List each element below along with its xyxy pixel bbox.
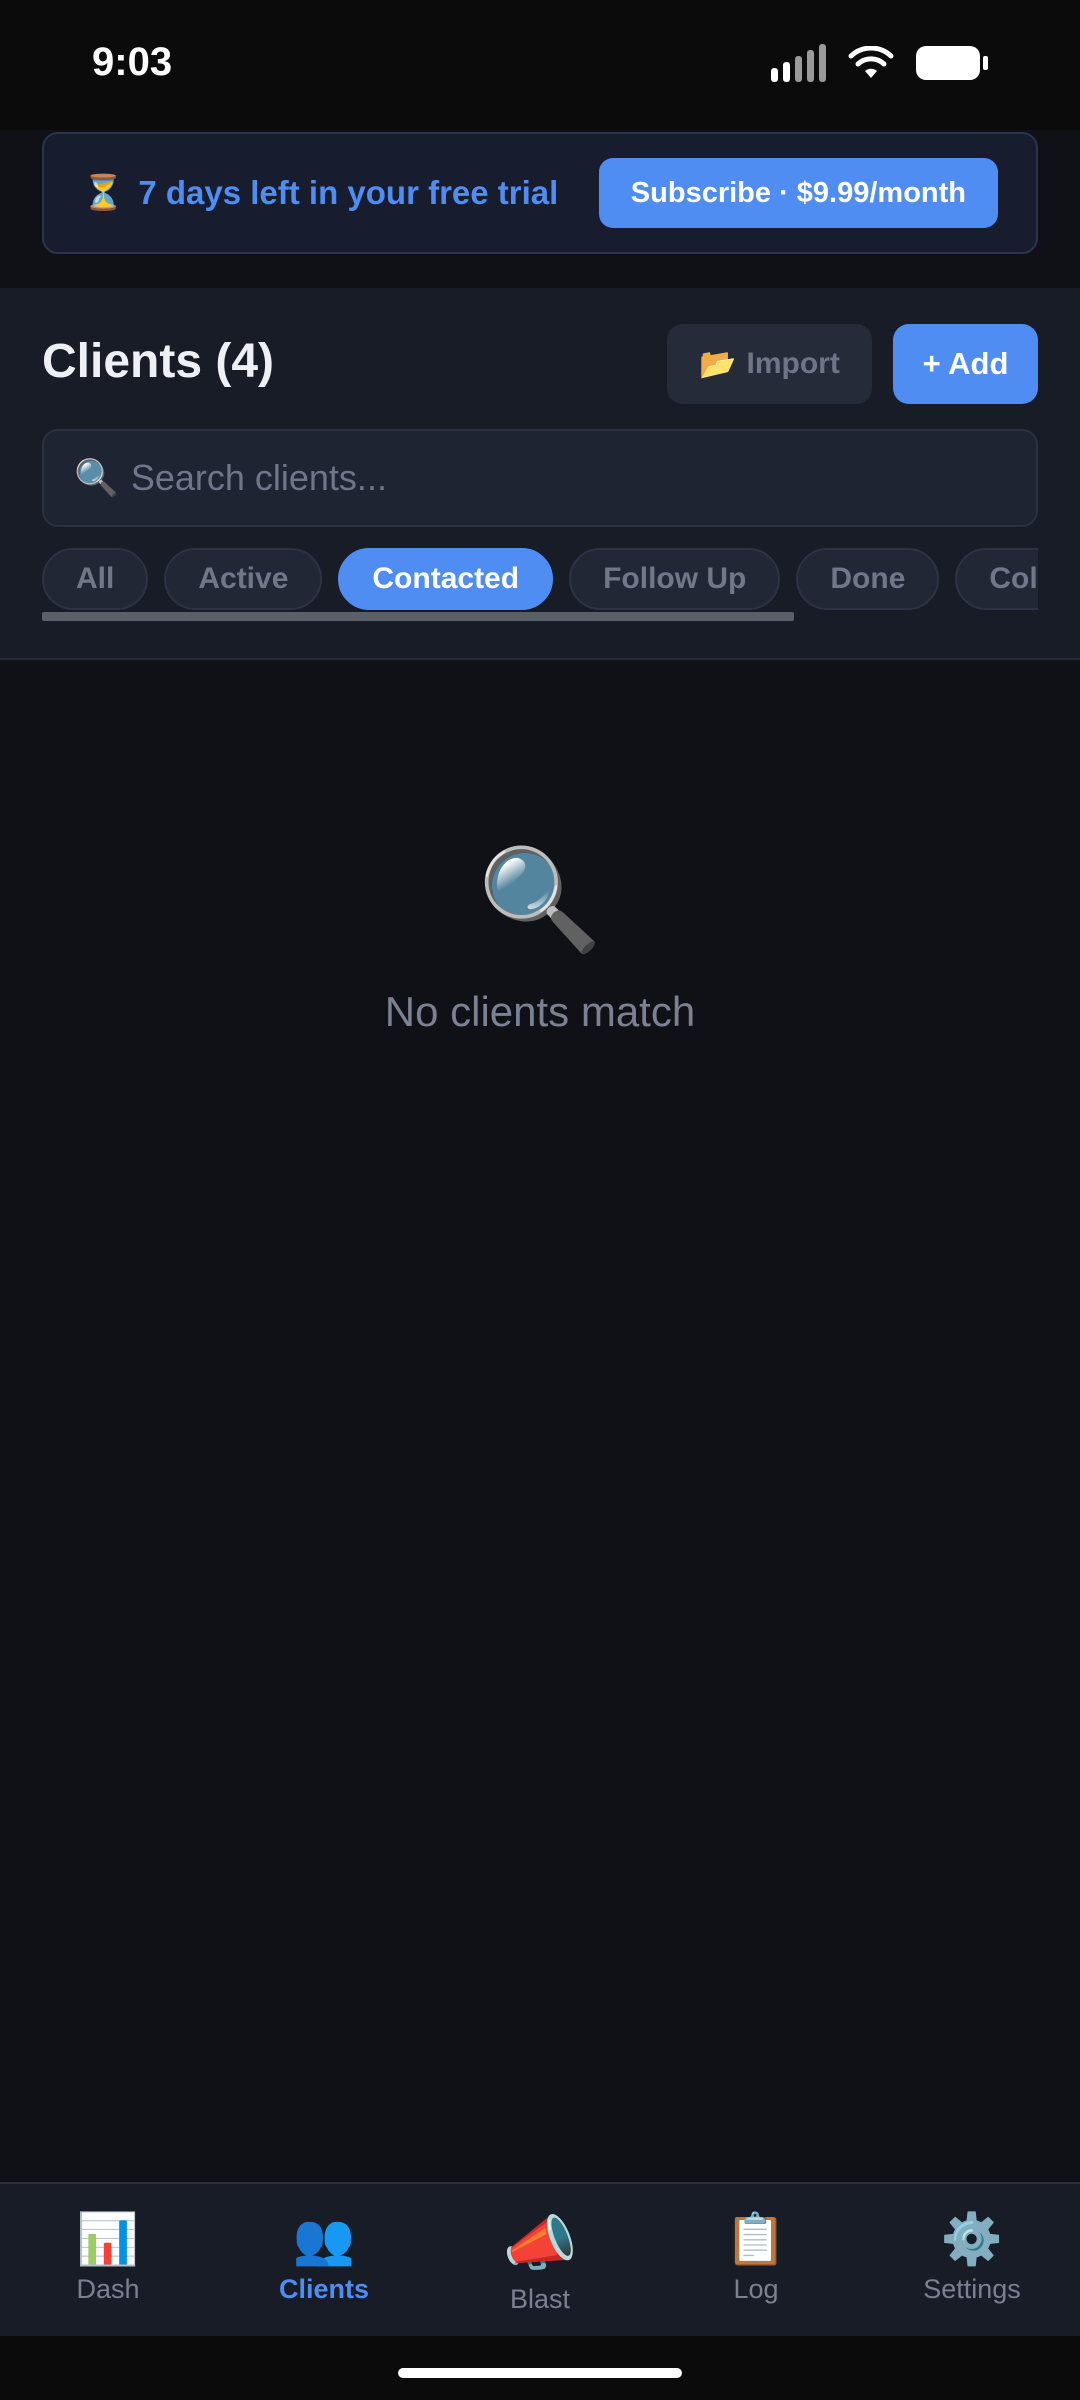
signal-icon [771,44,826,82]
clients-header-panel: Clients (4) 📂 Import + Add 🔍 All Active … [0,288,1080,660]
empty-state: 🔍 No clients match [0,840,1080,1036]
nav-label-clients: Clients [278,2274,370,2304]
add-client-button[interactable]: + Add [893,324,1038,404]
import-button[interactable]: 📂 Import [667,324,872,404]
home-indicator-area [0,2336,1080,2400]
subscribe-button[interactable]: Subscribe · $9.99/month [598,158,998,228]
page-title: Clients (4) [42,335,275,388]
bottom-nav: 📊 Dash 👥 Clients 📣 Blast 📋 Log ⚙️ Settin… [0,2182,1080,2336]
search-icon: 🔍 [74,457,119,498]
nav-label-log: Log [733,2274,779,2304]
hourglass-icon: ⏳ [82,174,125,212]
filter-chip-active[interactable]: Active [164,548,323,610]
filter-chip-cold[interactable]: Cold [955,548,1038,610]
trial-text: 7 days left in your free trial [138,174,559,211]
folder-icon: 📂 [699,347,737,381]
app-screen: 9:03 ⏳ 7 days left in your free trial Su… [0,0,1080,2400]
nav-item-blast[interactable]: 📣 Blast [432,2184,648,2336]
people-icon: 👥 [292,2211,356,2267]
import-label: Import [746,347,840,380]
gear-icon: ⚙️ [940,2211,1004,2267]
battery-icon [916,46,988,80]
filter-chip-follow-up[interactable]: Follow Up [569,548,781,610]
nav-item-settings[interactable]: ⚙️ Settings [864,2184,1080,2336]
empty-message: No clients match [384,988,696,1035]
bar-chart-icon: 📊 [76,2211,140,2267]
status-icons [771,44,988,82]
search-input[interactable] [130,457,1036,499]
filter-chip-all[interactable]: All [42,548,149,610]
clipboard-icon: 📋 [724,2211,788,2267]
filter-chips: All Active Contacted Follow Up Done Cold [42,548,1038,614]
status-bar: 9:03 [0,0,1080,130]
nav-label-dash: Dash [76,2274,140,2304]
filter-chip-contacted[interactable]: Contacted [338,548,554,610]
trial-message: ⏳ 7 days left in your free trial [82,173,558,213]
filter-chip-done[interactable]: Done [796,548,940,610]
magnifier-icon: 🔍 [477,844,603,956]
home-indicator[interactable] [398,2368,682,2378]
nav-item-clients[interactable]: 👥 Clients [216,2184,432,2336]
status-time: 9:03 [92,40,173,84]
nav-item-log[interactable]: 📋 Log [648,2184,864,2336]
nav-label-settings: Settings [923,2274,1021,2304]
megaphone-icon: 📣 [502,2210,578,2277]
filter-scrollbar[interactable] [42,612,794,621]
trial-banner: ⏳ 7 days left in your free trial Subscri… [42,132,1038,254]
wifi-icon [848,46,894,78]
banner-area: ⏳ 7 days left in your free trial Subscri… [0,130,1080,288]
search-box[interactable]: 🔍 [42,429,1038,527]
nav-item-dash[interactable]: 📊 Dash [0,2184,216,2336]
nav-label-blast: Blast [509,2284,571,2314]
